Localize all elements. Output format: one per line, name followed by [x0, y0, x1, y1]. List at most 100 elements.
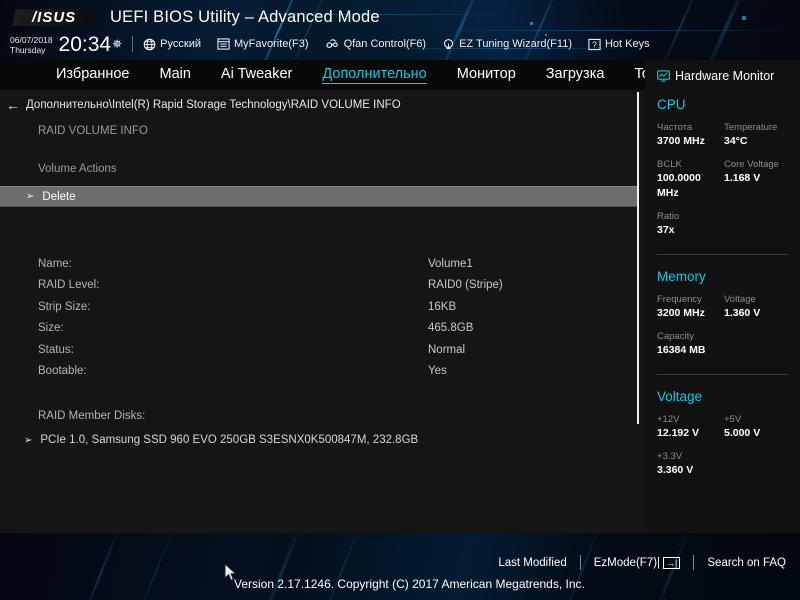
raid-member-disk-item[interactable]: ➢ PCIe 1.0, Samsung SSD 960 EVO 250GB S3… — [0, 434, 645, 446]
stat-label: BCLK — [657, 159, 682, 170]
stat-label: Temperature — [724, 122, 778, 133]
info-row-strip-size: Strip Size: 16KB — [0, 296, 645, 318]
divider — [693, 555, 695, 570]
info-value: 465.8GB — [428, 322, 474, 335]
asus-logo-text: /ISUS — [31, 8, 77, 26]
info-value: Volume1 — [428, 257, 473, 270]
sidebar-divider — [657, 374, 788, 375]
stat-3-3v: +3.3V 3.360 V — [657, 450, 724, 478]
stat-value: 3.360 V — [657, 464, 694, 476]
stat-cpu-frequency: Частота 3700 MHz — [657, 121, 724, 149]
stat-value: 12.192 V — [657, 427, 700, 439]
version-text: Version 2.17.1246. Copyright (C) 2017 Am… — [234, 577, 585, 591]
decorative-streak — [133, 533, 176, 600]
stat-label: Frequency — [657, 294, 702, 305]
section-title: RAID VOLUME INFO — [38, 125, 148, 137]
info-key: Size: — [38, 322, 64, 335]
raid-volume-info-table: Name: Volume1 RAID Level: RAID0 (Stripe)… — [0, 253, 645, 382]
stat-cpu-temperature: Temperature 34°C — [724, 121, 791, 149]
stat-label: Voltage — [724, 294, 756, 305]
info-row-status: Status: Normal — [0, 339, 645, 361]
ez-mode-label: EzMode(F7)| — [593, 556, 661, 569]
menu-item-delete[interactable]: ➢ Delete — [0, 186, 637, 207]
info-key: Bootable: — [38, 365, 87, 378]
stat-value: 37x — [657, 224, 675, 236]
bulb-icon — [442, 38, 455, 51]
decorative-dot — [530, 22, 533, 25]
sidebar-stat-pair: Capacity 16384 MB — [657, 330, 800, 358]
date-block: 06/07/2018 Thursday — [10, 35, 53, 55]
stat-label: +3.3V — [657, 451, 683, 462]
stat-5v: +5V 5.000 V — [724, 413, 791, 441]
asus-logo: /ISUS — [12, 8, 96, 26]
info-value: Normal — [428, 343, 466, 356]
question-box-icon: ? — [588, 38, 601, 51]
breadcrumb-row: ← Дополнительно\Intel(R) Rapid Storage T… — [0, 94, 645, 116]
qfan-control-label: Qfan Control(F6) — [343, 38, 427, 50]
gear-icon[interactable]: ✵ — [112, 38, 122, 50]
stat-value: 3700 MHz — [657, 135, 705, 147]
stat-label: +5V — [724, 414, 742, 425]
tab-ai-tweaker[interactable]: Ai Tweaker — [221, 66, 292, 84]
sidebar-stat-pair: Frequency 3200 MHz Voltage 1.360 V — [657, 293, 800, 321]
app-header: /ISUS UEFI BIOS Utility – Advanced Mode … — [0, 0, 800, 60]
svg-text:?: ? — [592, 39, 597, 49]
stat-label: Capacity — [657, 331, 694, 342]
arrow-into-box-icon: →| — [663, 556, 681, 569]
info-row-name: Name: Volume1 — [0, 253, 645, 275]
monitor-icon — [657, 70, 670, 82]
stat-value: 1.360 V — [724, 307, 761, 319]
chevron-right-icon: ➢ — [26, 191, 35, 202]
info-value: 16KB — [428, 300, 457, 313]
tab-monitor[interactable]: Монитор — [457, 66, 516, 84]
date-value: 06/07/2018 — [10, 34, 53, 45]
chevron-right-icon: ➢ — [24, 434, 33, 446]
tab-favorites[interactable]: Избранное — [56, 66, 129, 84]
stat-value: 5.000 V — [724, 427, 761, 439]
last-modified-button[interactable]: Last Modified — [498, 557, 566, 569]
clock-value: 20:34 — [58, 32, 112, 56]
stat-core-voltage: Core Voltage 1.168 V — [724, 158, 791, 201]
tab-advanced[interactable]: Дополнительно — [322, 66, 427, 84]
ez-mode-button[interactable]: EzMode(F7)| →| — [593, 556, 681, 569]
hot-keys-button[interactable]: ? Hot Keys — [588, 38, 650, 51]
stat-value: 34°C — [724, 135, 748, 147]
sidebar-stat-pair: Частота 3700 MHz Temperature 34°C — [657, 121, 800, 149]
stat-ratio: Ratio 37x — [657, 210, 724, 238]
info-key: Status: — [38, 343, 74, 356]
raid-member-disk-label: PCIe 1.0, Samsung SSD 960 EVO 250GB S3ES… — [40, 434, 419, 446]
myfavorite-label: MyFavorite(F3) — [234, 38, 309, 50]
hardware-monitor-title: Hardware Monitor — [675, 69, 775, 83]
info-key: Name: — [38, 257, 72, 270]
qfan-control-button[interactable]: Qfan Control(F6) — [325, 38, 427, 51]
info-row-raid-level: RAID Level: RAID0 (Stripe) — [0, 275, 645, 297]
hardware-monitor-sidebar: Hardware Monitor CPU Частота 3700 MHz Te… — [645, 60, 800, 533]
decorative-streak — [78, 533, 122, 600]
myfavorite-button[interactable]: MyFavorite(F3) — [217, 38, 309, 50]
tab-boot[interactable]: Загрузка — [546, 66, 605, 84]
sidebar-stat-pair: Ratio 37x — [657, 210, 800, 238]
star-window-icon — [217, 38, 230, 50]
stat-label: +12V — [657, 414, 680, 425]
stat-value: 100.0000 MHz — [657, 172, 701, 199]
raid-member-disks-label: RAID Member Disks: — [38, 410, 146, 422]
search-on-faq-button[interactable]: Search on FAQ — [707, 557, 786, 569]
menu-item-delete-label: Delete — [42, 190, 76, 203]
info-key: Strip Size: — [38, 300, 91, 313]
fan-icon — [325, 38, 340, 51]
ez-tuning-wizard-label: EZ Tuning Wizard(F11) — [459, 38, 572, 50]
header-info-row: 06/07/2018 Thursday 20:34 ✵ Русский MyFa… — [0, 31, 666, 57]
back-arrow-icon[interactable]: ← — [0, 97, 26, 113]
sidebar-stat-pair: +3.3V 3.360 V — [657, 450, 800, 478]
language-button[interactable]: Русский — [143, 38, 201, 51]
tab-main[interactable]: Main — [159, 66, 190, 84]
breadcrumb: Дополнительно\Intel(R) Rapid Storage Tec… — [26, 99, 401, 111]
weekday-value: Thursday — [10, 44, 46, 55]
info-key: RAID Level: — [38, 279, 100, 292]
divider — [579, 555, 581, 570]
sidebar-section-cpu-heading: CPU — [657, 97, 686, 112]
datetime-display: 06/07/2018 Thursday 20:34 ✵ — [10, 34, 122, 55]
sidebar-stat-pair: BCLK 100.0000 MHz Core Voltage 1.168 V — [657, 158, 800, 201]
content-scrollbar[interactable] — [637, 92, 639, 424]
ez-tuning-wizard-button[interactable]: EZ Tuning Wizard(F11) — [442, 38, 572, 51]
